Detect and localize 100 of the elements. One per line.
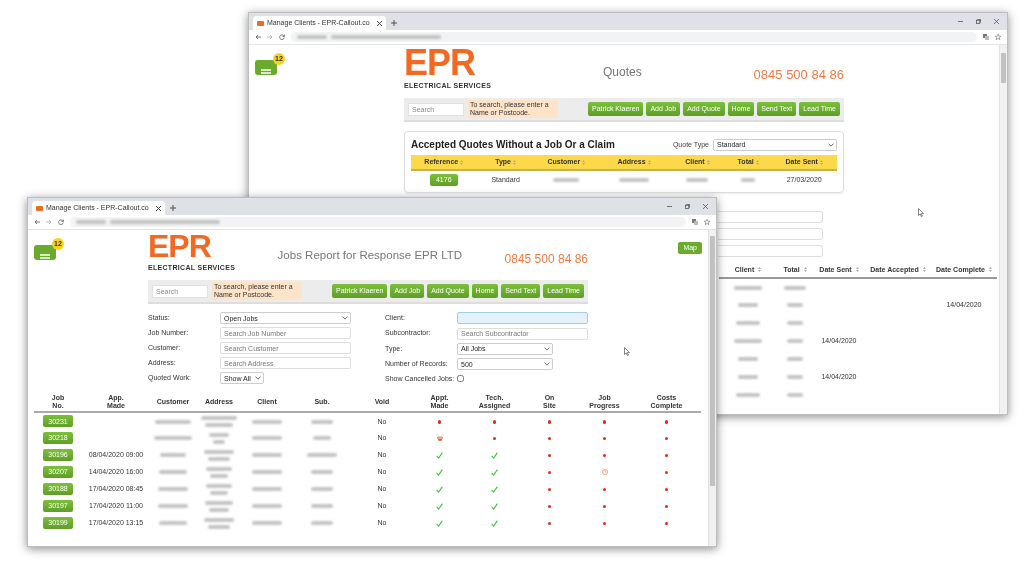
scrollbar[interactable]	[708, 230, 716, 546]
sort-icon	[758, 267, 762, 273]
sort-icon	[855, 267, 859, 273]
scrollbar[interactable]	[999, 45, 1007, 414]
blurred-text	[787, 321, 803, 326]
translate-icon[interactable]	[692, 219, 698, 225]
blurred-text	[787, 375, 803, 380]
blurred-text	[160, 453, 186, 458]
blurred-text	[311, 504, 333, 509]
status-dot	[547, 436, 552, 441]
checkbox[interactable]	[457, 375, 464, 383]
close-icon[interactable]	[376, 20, 382, 26]
status-dot	[437, 420, 442, 424]
close-icon[interactable]	[703, 204, 708, 209]
reload-icon[interactable]	[279, 34, 285, 40]
blurred-text	[204, 449, 234, 454]
card-title: Accepted Quotes Without a Job Or a Claim	[411, 138, 615, 153]
blurred-text	[201, 416, 237, 421]
sort-icon	[460, 159, 464, 165]
status-dot	[547, 470, 552, 475]
blurred-text	[252, 436, 282, 441]
clock-icon	[601, 469, 608, 476]
status-dot	[602, 420, 607, 424]
blurred-text	[158, 487, 188, 492]
address-field[interactable]	[291, 32, 977, 42]
blurred-text	[252, 487, 282, 492]
status-dot	[547, 453, 552, 458]
forward-arrow-icon[interactable]	[46, 219, 52, 225]
sort-icon	[706, 159, 710, 165]
forward-arrow-icon[interactable]	[267, 34, 273, 40]
logo-text: EPR	[148, 234, 212, 260]
blurred-text	[252, 521, 282, 526]
input-field[interactable]	[457, 312, 588, 325]
blurred-text	[154, 436, 192, 441]
minimize-icon[interactable]	[958, 19, 963, 24]
translate-icon[interactable]	[983, 34, 989, 40]
close-icon[interactable]	[994, 19, 999, 24]
menu-icon	[40, 253, 50, 262]
blurred-text	[311, 470, 333, 475]
back-arrow-icon[interactable]	[255, 34, 261, 40]
blurred-text	[155, 419, 191, 424]
scrollbar-thumb[interactable]	[1001, 53, 1006, 83]
status-dot	[492, 436, 497, 441]
restore-icon[interactable]	[685, 204, 690, 209]
check-icon	[491, 485, 498, 493]
close-icon[interactable]	[155, 205, 161, 211]
status-dot	[602, 504, 607, 509]
blurred-text	[76, 220, 106, 224]
status-dot	[664, 436, 669, 441]
blurred-text	[205, 423, 233, 428]
sort-icon	[819, 159, 823, 165]
blurred-text	[252, 504, 282, 509]
back-arrow-icon[interactable]	[34, 219, 40, 225]
blurred-text	[553, 178, 580, 183]
phone-number: 0845 500 84 86	[753, 66, 844, 85]
blurred-text	[210, 473, 228, 478]
blurred-text	[787, 339, 803, 344]
blurred-text	[787, 357, 803, 362]
restore-icon[interactable]	[976, 19, 981, 24]
address-field[interactable]	[70, 217, 686, 227]
star-icon[interactable]	[704, 219, 710, 225]
status-dot	[602, 487, 607, 492]
blurred-text	[736, 393, 760, 398]
blurred-text	[159, 521, 187, 526]
minimize-icon[interactable]	[667, 204, 672, 209]
blurred-text	[252, 419, 282, 424]
check-icon	[491, 519, 498, 527]
new-tab-icon[interactable]	[169, 205, 176, 211]
status-dot	[664, 487, 669, 492]
blurred-text	[307, 453, 337, 458]
reload-icon[interactable]	[58, 219, 64, 225]
menu-icon	[261, 68, 271, 77]
check-icon	[436, 451, 443, 459]
input-field[interactable]	[718, 211, 823, 224]
blurred-text	[252, 453, 282, 458]
sort-icon	[803, 267, 807, 273]
input-field[interactable]	[718, 245, 823, 258]
status-dot	[664, 504, 669, 509]
blurred-text	[686, 178, 709, 183]
blurred-text	[738, 375, 758, 380]
sort-icon	[513, 159, 516, 165]
check-icon	[491, 451, 498, 459]
check-icon	[436, 502, 443, 510]
star-icon[interactable]	[995, 34, 1001, 40]
blurred-text	[209, 507, 229, 512]
blurred-text	[787, 303, 803, 308]
blurred-text	[734, 339, 762, 344]
blurred-text	[158, 504, 188, 509]
phone-icon	[436, 435, 443, 441]
menu-button[interactable]	[255, 60, 277, 75]
new-tab-icon[interactable]	[390, 20, 397, 26]
blurred-text	[252, 470, 282, 475]
status-dot	[547, 504, 552, 509]
logo-text: EPR	[404, 49, 477, 78]
menu-button[interactable]	[34, 245, 56, 260]
input-field[interactable]	[718, 228, 823, 241]
blurred-text	[205, 500, 233, 505]
blurred-text	[206, 483, 232, 488]
scrollbar-thumb[interactable]	[710, 236, 715, 486]
blurred-text	[208, 456, 230, 461]
